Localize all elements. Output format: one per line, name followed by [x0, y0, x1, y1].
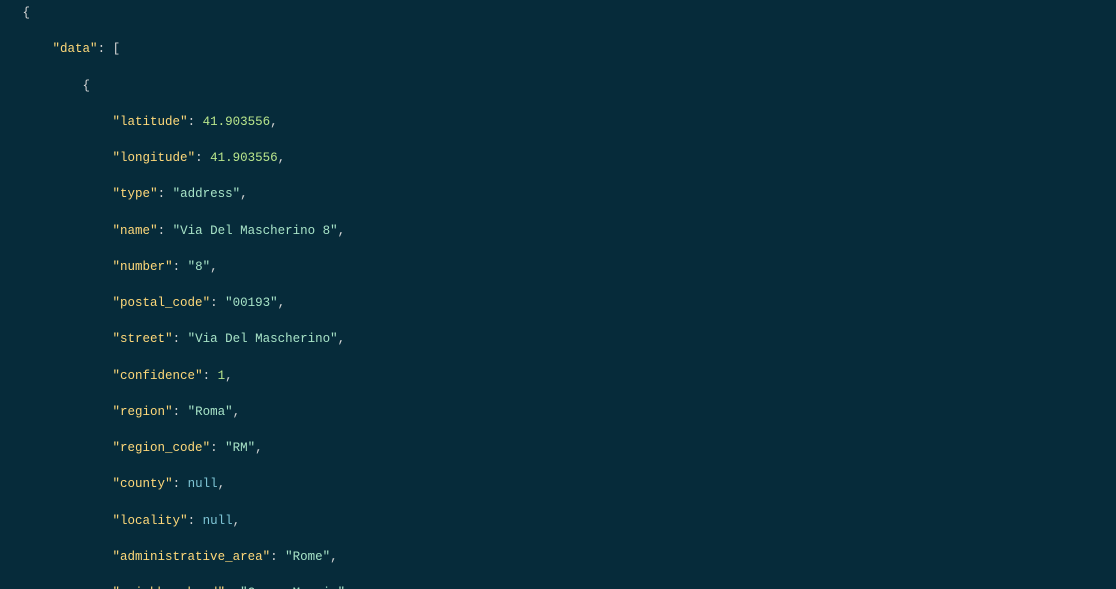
code-line: "region_code": "RM",: [0, 439, 1116, 457]
code-line: "street": "Via Del Mascherino",: [0, 330, 1116, 348]
code-line: "administrative_area": "Rome",: [0, 548, 1116, 566]
code-line: "data": [: [0, 40, 1116, 58]
code-line: "locality": null,: [0, 512, 1116, 530]
code-line: "postal_code": "00193",: [0, 294, 1116, 312]
code-line: "region": "Roma",: [0, 403, 1116, 421]
code-line: "neighbourhood": "Campo Marzio",: [0, 584, 1116, 589]
code-line: "name": "Via Del Mascherino 8",: [0, 222, 1116, 240]
code-line: {: [0, 4, 1116, 22]
code-line: "longitude": 41.903556,: [0, 149, 1116, 167]
json-code-block[interactable]: { "data": [ { "latitude": 41.903556, "lo…: [0, 0, 1116, 589]
code-line: "confidence": 1,: [0, 367, 1116, 385]
code-line: "number": "8",: [0, 258, 1116, 276]
code-line: "type": "address",: [0, 185, 1116, 203]
code-line: {: [0, 77, 1116, 95]
code-line: "latitude": 41.903556,: [0, 113, 1116, 131]
code-line: "county": null,: [0, 475, 1116, 493]
